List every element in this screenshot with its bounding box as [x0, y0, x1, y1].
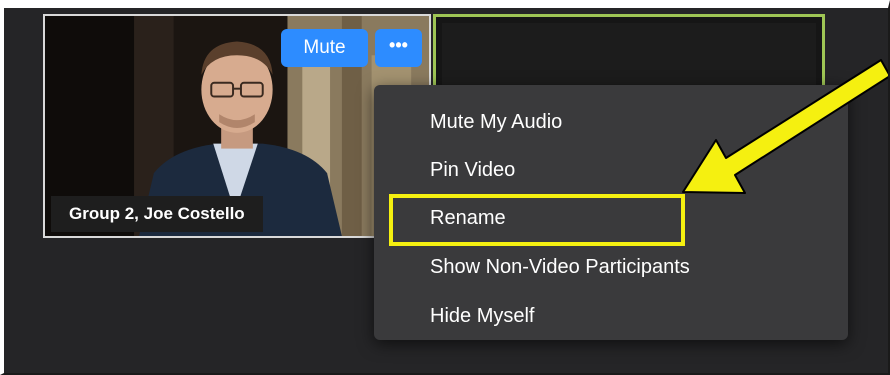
menu-item-show-non-video-participants[interactable]: Show Non-Video Participants [430, 249, 690, 285]
menu-item-mute-my-audio[interactable]: Mute My Audio [430, 104, 562, 140]
participant-name-label: Group 2, Joe Costello [51, 196, 263, 232]
ellipsis-icon: ••• [389, 35, 408, 55]
menu-item-pin-video[interactable]: Pin Video [430, 152, 515, 188]
more-options-button[interactable]: ••• [375, 29, 422, 67]
menu-item-rename[interactable]: Rename [430, 200, 506, 236]
menu-item-hide-myself[interactable]: Hide Myself [430, 298, 534, 334]
participant-context-menu: Mute My Audio Pin Video Rename Show Non-… [374, 85, 848, 340]
mute-button[interactable]: Mute [281, 29, 368, 67]
participant-video-tile[interactable]: Group 2, Joe Costello [43, 14, 431, 238]
